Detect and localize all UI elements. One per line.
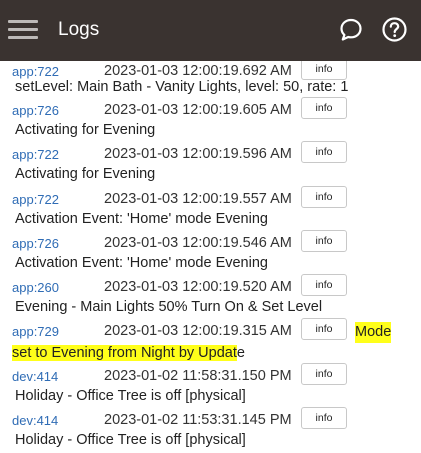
log-list[interactable]: app:722 2023-01-03 12:00:19.692 AM info … <box>0 61 421 453</box>
log-message: Activating for Evening <box>15 166 156 182</box>
log-source-link[interactable]: dev:414 <box>12 368 58 386</box>
log-source-link[interactable]: app:722 <box>12 191 59 209</box>
log-message: Activation Event: 'Home' mode Evening <box>15 255 268 271</box>
log-message: Holiday - Office Tree is off [physical] <box>15 388 246 404</box>
log-level-badge[interactable]: info <box>301 97 347 119</box>
log-message: Activating for Evening <box>15 122 156 138</box>
log-timestamp: 2023-01-03 12:00:19.520 AM <box>104 279 292 295</box>
highlighted-text: set to Evening from Night by Updat <box>12 345 237 361</box>
log-message-part2: set to Evening from Night by Update <box>12 343 245 364</box>
log-source-link[interactable]: app:722 <box>12 146 59 164</box>
log-timestamp: 2023-01-02 11:53:31.145 PM <box>104 412 292 428</box>
top-app-bar: Logs <box>0 0 421 61</box>
page-title: Logs <box>58 19 100 40</box>
log-timestamp: 2023-01-02 11:58:31.150 PM <box>104 368 292 384</box>
log-level-badge[interactable]: info <box>301 274 347 296</box>
help-icon[interactable] <box>381 16 408 43</box>
log-timestamp: 2023-01-03 12:00:19.596 AM <box>104 146 292 162</box>
log-timestamp: 2023-01-03 12:00:19.605 AM <box>104 102 292 118</box>
log-message: Evening - Main Lights 50% Turn On & Set … <box>15 299 323 315</box>
log-source-link[interactable]: dev:414 <box>12 412 58 430</box>
log-level-badge[interactable]: info <box>301 407 347 429</box>
log-source-link[interactable]: app:726 <box>12 102 59 120</box>
log-level-badge[interactable]: info <box>301 141 347 163</box>
log-level-badge[interactable]: info <box>301 230 347 252</box>
log-source-link[interactable]: app:729 <box>12 323 59 341</box>
log-message-tail: e <box>236 345 245 361</box>
log-message-part1: Mode <box>355 322 392 343</box>
log-level-badge[interactable]: info <box>301 363 347 385</box>
log-timestamp: 2023-01-03 12:00:19.315 AM <box>104 323 292 339</box>
log-source-link[interactable]: app:260 <box>12 279 59 297</box>
log-level-badge[interactable]: info <box>301 186 347 208</box>
chat-icon[interactable] <box>338 17 364 43</box>
log-message: Holiday - Office Tree is off [physical] <box>15 432 246 448</box>
log-timestamp: 2023-01-03 12:00:19.557 AM <box>104 191 292 207</box>
menu-icon[interactable] <box>8 16 38 42</box>
log-level-badge[interactable]: info <box>301 318 347 340</box>
log-timestamp: 2023-01-03 12:00:19.546 AM <box>104 235 292 251</box>
log-message: Activation Event: 'Home' mode Evening <box>15 211 268 227</box>
log-source-link[interactable]: app:726 <box>12 235 59 253</box>
log-message: setLevel: Main Bath - Vanity Lights, lev… <box>15 79 349 95</box>
